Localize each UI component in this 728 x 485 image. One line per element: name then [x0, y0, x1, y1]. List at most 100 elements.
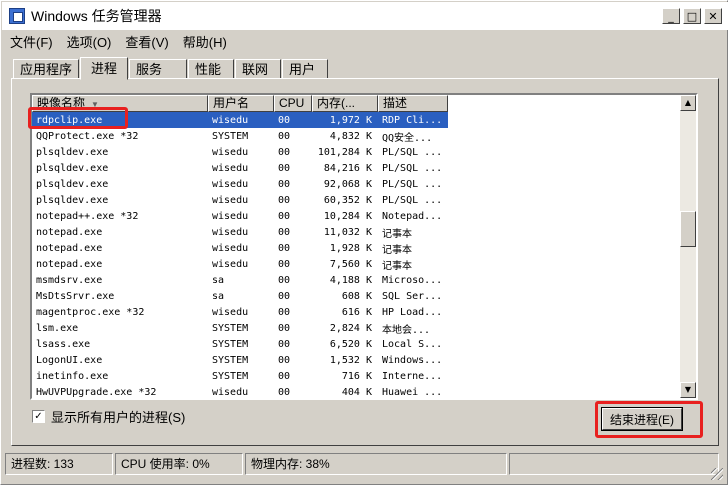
cell-description: Windows...	[382, 354, 443, 366]
process-row[interactable]: QQProtect.exe *32 SYSTEM 00 4,832 K QQ安全...	[32, 128, 448, 144]
process-row[interactable]: notepad.exe wisedu 00 1,928 K 记事本	[32, 240, 448, 256]
tab-applications[interactable]: 应用程序	[13, 59, 80, 79]
status-process-count: 进程数: 133	[5, 453, 113, 475]
scroll-up-icon[interactable]: ▲	[680, 95, 696, 111]
cell-memory: 4,188 K	[329, 274, 372, 286]
process-row[interactable]: plsqldev.exe wisedu 00 84,216 K PL/SQL ...	[32, 160, 448, 176]
status-cpu-usage: CPU 使用率: 0%	[115, 453, 243, 475]
cell-memory: 11,032 K	[323, 226, 372, 238]
cell-memory: 10,284 K	[323, 210, 372, 222]
cell-user-name: sa	[212, 290, 225, 302]
title-bar[interactable]: Windows 任务管理器 _ □ ✕	[2, 2, 728, 30]
cell-image-name: HwUVPUpgrade.exe *32	[36, 386, 157, 398]
process-row[interactable]: plsqldev.exe wisedu 00 101,284 K PL/SQL ...	[32, 144, 448, 160]
process-row[interactable]: magentproc.exe *32 wisedu 00 616 K HP Load..…	[32, 304, 448, 320]
scroll-thumb[interactable]	[680, 211, 696, 247]
vertical-scrollbar[interactable]: ▲ ▼	[680, 95, 696, 398]
show-all-users-checkbox[interactable]: ✓ 显示所有用户的进程(S)	[32, 407, 185, 426]
cell-description: Interne...	[382, 370, 443, 382]
process-list-header: 映像名称 ▼ 用户名 CPU 内存(... 描述	[32, 95, 448, 112]
tab-performance[interactable]: 性能	[188, 59, 235, 79]
tab-users[interactable]: 用户	[282, 59, 329, 79]
cell-memory: 6,520 K	[329, 338, 372, 350]
cell-user-name: wisedu	[212, 114, 249, 126]
process-row[interactable]: inetinfo.exe SYSTEM 00 716 K Interne...	[32, 368, 448, 384]
cell-cpu: 00	[278, 210, 291, 222]
cell-cpu: 00	[278, 146, 291, 158]
menu-view[interactable]: 查看(V)	[125, 32, 168, 51]
column-image-name[interactable]: 映像名称 ▼	[32, 95, 208, 112]
column-user-name[interactable]: 用户名	[208, 95, 274, 112]
cell-memory: 84,216 K	[323, 162, 372, 174]
cell-memory: 60,352 K	[323, 194, 372, 206]
maximize-button[interactable]: □	[683, 8, 701, 24]
cell-user-name: wisedu	[212, 146, 249, 158]
cell-cpu: 00	[278, 258, 291, 270]
checkbox-checked-icon[interactable]: ✓	[32, 410, 45, 423]
process-row[interactable]: plsqldev.exe wisedu 00 60,352 K PL/SQL ...	[32, 192, 448, 208]
cell-description: PL/SQL ...	[382, 178, 443, 190]
tab-services[interactable]: 服务	[129, 59, 188, 79]
cell-cpu: 00	[278, 306, 291, 318]
column-memory[interactable]: 内存(...	[312, 95, 378, 112]
process-row[interactable]: plsqldev.exe wisedu 00 92,068 K PL/SQL ...	[32, 176, 448, 192]
process-rows: rdpclip.exe wisedu 00 1,972 K RDP Cli... QQPr…	[32, 112, 448, 398]
scroll-down-icon[interactable]: ▼	[680, 382, 696, 398]
process-row[interactable]: MsDtsSrvr.exe sa 00 608 K SQL Ser...	[32, 288, 448, 304]
cell-cpu: 00	[278, 194, 291, 206]
cell-image-name: plsqldev.exe	[36, 146, 109, 158]
resize-grip-icon[interactable]	[711, 468, 723, 480]
cell-cpu: 00	[278, 162, 291, 174]
cell-cpu: 00	[278, 322, 291, 334]
cell-image-name: notepad.exe	[36, 242, 103, 254]
cell-image-name: rdpclip.exe	[36, 114, 103, 126]
cell-description: 本地会...	[382, 324, 431, 336]
minimize-button[interactable]: _	[662, 8, 680, 24]
cell-image-name: lsm.exe	[36, 322, 79, 334]
process-row[interactable]: LogonUI.exe SYSTEM 00 1,532 K Windows...	[32, 352, 448, 368]
cell-description: 记事本	[382, 244, 412, 256]
cell-user-name: wisedu	[212, 226, 249, 238]
cell-user-name: SYSTEM	[212, 338, 249, 350]
cell-image-name: notepad.exe	[36, 258, 103, 270]
process-list[interactable]: 映像名称 ▼ 用户名 CPU 内存(... 描述 rdpclip.exe wised…	[30, 93, 698, 400]
tab-strip: 应用程序 进程 服务 性能 联网 用户	[13, 57, 329, 80]
cell-image-name: LogonUI.exe	[36, 354, 103, 366]
process-row[interactable]: rdpclip.exe wisedu 00 1,972 K RDP Cli...	[32, 112, 448, 128]
cell-memory: 716 K	[341, 370, 372, 382]
cell-image-name: inetinfo.exe	[36, 370, 109, 382]
cell-description: 记事本	[382, 228, 412, 240]
process-row[interactable]: msmdsrv.exe sa 00 4,188 K Microso...	[32, 272, 448, 288]
cell-image-name: magentproc.exe *32	[36, 306, 145, 318]
cell-description: Notepad...	[382, 210, 443, 222]
tab-processes[interactable]: 进程	[80, 57, 129, 80]
cell-description: Huawei ...	[382, 386, 443, 398]
process-row[interactable]: notepad++.exe *32 wisedu 00 10,284 K Notepad…	[32, 208, 448, 224]
process-row[interactable]: HwUVPUpgrade.exe *32 wisedu 00 404 K Huawei …	[32, 384, 448, 398]
process-row[interactable]: lsm.exe SYSTEM 00 2,824 K 本地会...	[32, 320, 448, 336]
close-button[interactable]: ✕	[704, 8, 722, 24]
cell-user-name: wisedu	[212, 194, 249, 206]
cell-user-name: SYSTEM	[212, 130, 249, 142]
menu-file[interactable]: 文件(F)	[10, 32, 53, 51]
cell-user-name: wisedu	[212, 242, 249, 254]
end-process-button[interactable]: 结束进程(E)	[602, 408, 682, 430]
cell-cpu: 00	[278, 370, 291, 382]
process-row[interactable]: notepad.exe wisedu 00 7,560 K 记事本	[32, 256, 448, 272]
cell-image-name: plsqldev.exe	[36, 194, 109, 206]
cell-description: HP Load...	[382, 306, 443, 318]
status-physical-memory: 物理内存: 38%	[245, 453, 507, 475]
cell-cpu: 00	[278, 354, 291, 366]
cell-cpu: 00	[278, 226, 291, 238]
column-cpu[interactable]: CPU	[274, 95, 312, 112]
cell-image-name: plsqldev.exe	[36, 162, 109, 174]
tab-networking[interactable]: 联网	[235, 59, 282, 79]
column-description[interactable]: 描述	[378, 95, 448, 112]
cell-image-name: notepad.exe	[36, 226, 103, 238]
process-row[interactable]: lsass.exe SYSTEM 00 6,520 K Local S...	[32, 336, 448, 352]
menu-options[interactable]: 选项(O)	[67, 32, 112, 51]
cell-memory: 92,068 K	[323, 178, 372, 190]
menu-help[interactable]: 帮助(H)	[183, 32, 227, 51]
process-row[interactable]: notepad.exe wisedu 00 11,032 K 记事本	[32, 224, 448, 240]
cell-image-name: notepad++.exe *32	[36, 210, 139, 222]
